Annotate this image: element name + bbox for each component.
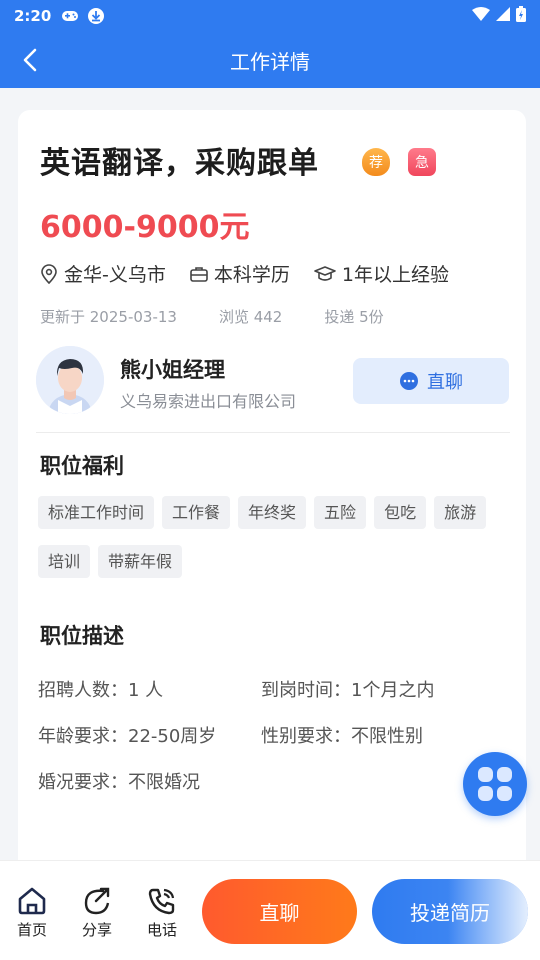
share-icon — [84, 887, 110, 915]
home-tab[interactable]: 首页 — [7, 887, 57, 940]
chat-bubble-icon — [400, 372, 418, 390]
phone-icon — [148, 888, 175, 915]
recruiter-name: 熊小姐经理 — [120, 358, 225, 382]
briefcase-icon — [190, 266, 208, 282]
chat-button[interactable]: 直聊 — [202, 879, 357, 944]
apply-resume-label: 投递简历 — [410, 901, 490, 925]
benefit-tag: 五险 — [314, 496, 367, 529]
share-label: 分享 — [81, 921, 112, 939]
benefit-tag: 旅游 — [434, 496, 487, 529]
download-icon — [87, 7, 105, 25]
recommended-badge: 荐 — [362, 148, 390, 176]
benefit-tag: 带薪年假 — [98, 545, 183, 578]
bottom-action-bar: 首页 分享 电话 直聊 投递简历 — [0, 860, 540, 960]
graduation-cap-icon — [314, 265, 336, 281]
benefit-tag: 工作餐 — [162, 496, 231, 529]
back-button[interactable] — [14, 44, 46, 76]
job-meta: 金华-义乌市 本科学历 1年以上经验 — [40, 260, 473, 287]
benefit-tags: 标准工作时间 工作餐 年终奖 五险 包吃 旅游 培训 带薪年假 — [38, 496, 508, 594]
recruiter-avatar — [36, 346, 104, 414]
job-title: 英语翻译，采购跟单 — [40, 146, 319, 181]
company-name: 义乌易索进出口有限公司 — [120, 392, 297, 411]
chevron-left-icon — [23, 48, 37, 72]
status-bar: 2:20 — [0, 0, 540, 32]
salary: 6000-9000元 — [40, 210, 250, 245]
share-tab[interactable]: 分享 — [72, 887, 122, 940]
job-stats: 更新于 2025-03-13 浏览 442 投递 5份 — [40, 306, 426, 327]
urgent-badge: 急 — [408, 148, 436, 176]
divider — [36, 432, 510, 433]
home-icon — [18, 887, 46, 915]
updated-date: 更新于 2025-03-13 — [40, 308, 177, 326]
apply-resume-button[interactable]: 投递简历 — [372, 879, 528, 944]
headcount: 招聘人数：1 人 — [38, 680, 164, 701]
location-text: 金华-义乌市 — [64, 264, 166, 286]
gender-requirement: 性别要求：不限性别 — [261, 726, 423, 747]
benefit-tag: 培训 — [38, 545, 91, 578]
chat-button-label: 直聊 — [259, 901, 300, 925]
page-title: 工作详情 — [230, 49, 310, 74]
battery-icon — [516, 6, 526, 26]
wifi-icon — [472, 7, 490, 25]
view-count: 浏览 442 — [218, 308, 283, 326]
benefit-tag: 包吃 — [374, 496, 427, 529]
recruiter-chat-button[interactable]: 直聊 — [353, 358, 509, 404]
location-pin-icon — [41, 263, 57, 284]
education-text: 本科学历 — [213, 264, 290, 286]
benefit-tag: 年终奖 — [238, 496, 307, 529]
home-label: 首页 — [16, 921, 47, 939]
benefit-tag: 标准工作时间 — [38, 496, 155, 529]
job-detail-card: 英语翻译，采购跟单 荐 急 6000-9000元 金华-义乌市 本科学历 1年以… — [18, 110, 526, 890]
status-time: 2:20 — [14, 7, 52, 25]
experience-text: 1年以上经验 — [341, 264, 449, 286]
recruiter-chat-label: 直聊 — [427, 372, 463, 393]
education-item: 本科学历 — [190, 260, 290, 287]
start-time: 到岗时间：1个月之内 — [261, 680, 435, 701]
signal-icon — [496, 7, 510, 25]
phone-tab[interactable]: 电话 — [137, 887, 187, 940]
age-requirement: 年龄要求：22-50周岁 — [38, 726, 217, 747]
experience-item: 1年以上经验 — [314, 260, 449, 287]
floating-menu-button[interactable] — [463, 752, 527, 816]
grid-apps-icon — [478, 767, 512, 801]
gamepad-icon — [61, 10, 79, 22]
top-nav-bar: 工作详情 — [0, 32, 540, 88]
phone-label: 电话 — [146, 921, 177, 939]
marital-requirement: 婚况要求：不限婚况 — [38, 772, 200, 793]
application-count: 投递 5份 — [324, 308, 384, 326]
description-title: 职位描述 — [40, 624, 124, 648]
benefits-title: 职位福利 — [40, 454, 124, 478]
location-item: 金华-义乌市 — [40, 260, 166, 287]
